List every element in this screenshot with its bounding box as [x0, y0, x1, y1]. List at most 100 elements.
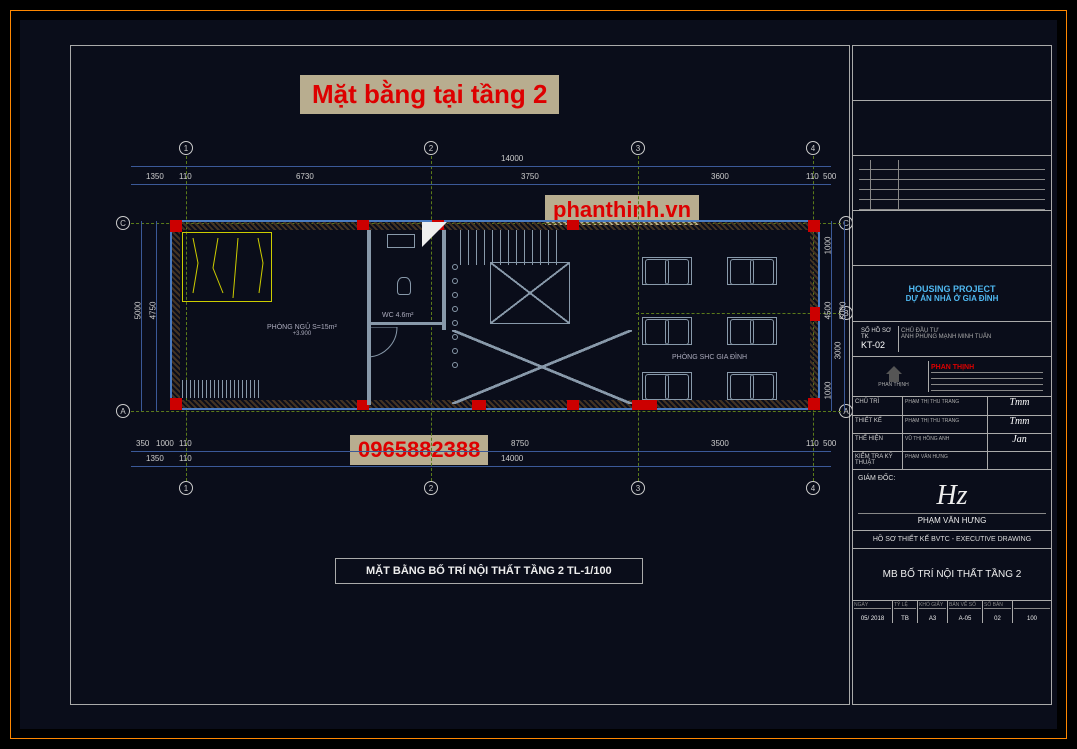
floor-plan: PHÒNG NGỦ S=15m² +3.900 WC 4.6m² — [170, 220, 820, 410]
tb-empty-2 — [853, 101, 1051, 156]
f-scale-label: TỶ LỆ — [894, 602, 916, 609]
dim-top-seg5: 3600 — [711, 172, 729, 181]
dim-bot-sub1: 1350 — [146, 454, 164, 463]
grid-bubble-3-top: 3 — [631, 141, 645, 155]
wc-area: 4.6m² — [396, 312, 414, 319]
bedroom-name: PHÒNG NGỦ — [267, 324, 310, 331]
wc-label: WC 4.6m² — [382, 312, 414, 319]
grid-bubble-2-top: 2 — [424, 141, 438, 155]
column — [357, 220, 369, 230]
desk — [727, 317, 777, 345]
title-block: HOUSING PROJECT DỰ ÁN NHÀ Ở GIA ĐÌNH SỐ … — [852, 45, 1052, 705]
dim-right-seg4: 3000 — [833, 342, 842, 360]
grid-bubble-C-left: C — [116, 216, 130, 230]
grid-bubble-1-bot: 1 — [179, 481, 193, 495]
door-swing-2 — [422, 222, 452, 252]
role-tk-name: PHẠM THỊ THU TRANG — [903, 416, 988, 433]
role-kt-name: PHẠM VĂN HƯNG — [903, 452, 988, 469]
role-tk: THIẾT KẾ — [853, 416, 903, 433]
project-vn: DỰ ÁN NHÀ Ở GIA ĐÌNH — [853, 294, 1051, 303]
dim-left-total: 5000 — [133, 302, 142, 320]
f-sheet: A-05 — [949, 616, 981, 622]
dim-bot-seg1: 350 — [136, 439, 149, 448]
logo-text: PHAN THỊNH — [878, 382, 908, 388]
role-th: THỂ HIỆN — [853, 434, 903, 451]
void-big — [452, 330, 632, 404]
grid-bubble-A-left: A — [116, 404, 130, 418]
sheet-no-label: SỐ HỒ SƠ TK — [861, 328, 896, 340]
desk — [642, 317, 692, 345]
f-scale: TB — [894, 616, 916, 622]
f-date-label: NGÀY — [854, 602, 891, 609]
signature-icon: Tmm — [988, 416, 1051, 433]
dim-left-seg1: 4750 — [148, 302, 157, 320]
column — [808, 220, 820, 232]
f-date: 05/ 2018 — [854, 616, 891, 622]
stairs — [452, 230, 572, 265]
desk — [642, 257, 692, 285]
dim-bot-seg4: 8750 — [511, 439, 529, 448]
family-room-label: PHÒNG SHC GIA ĐÌNH — [672, 354, 747, 361]
dim-top-seg3: 6730 — [296, 172, 314, 181]
tb-sheet-row: SỐ HỒ SƠ TK KT-02 CHỦ ĐẦU TƯ ANH PHÙNG M… — [853, 322, 1051, 357]
column — [808, 398, 820, 410]
dim-top-seg7: 500 — [823, 172, 836, 181]
desk — [642, 372, 692, 400]
dim-line-top-segs — [131, 184, 831, 185]
tb-signatures: CHỦ TRÌ PHẠM THỊ THU TRANG Tmm THIẾT KẾ … — [853, 397, 1051, 470]
door-swing — [367, 327, 402, 362]
signature-icon: Tmm — [988, 397, 1051, 415]
f-pages: 100 — [1014, 616, 1050, 622]
drawing-title: MẶT BẰNG BỐ TRÍ NỘI THẤT TẦNG 2 TL-1/100 — [335, 558, 643, 584]
dim-right-seg3: 1000 — [823, 382, 832, 400]
dim-top-total: 14000 — [501, 154, 523, 163]
house-icon — [882, 366, 906, 382]
void-opening — [490, 262, 570, 324]
grid-bubble-C-right: C — [839, 216, 853, 230]
tb-project: HOUSING PROJECT DỰ ÁN NHÀ Ở GIA ĐÌNH — [853, 266, 1051, 322]
grid-bubble-4-top: 4 — [806, 141, 820, 155]
wall-partition-3 — [371, 322, 446, 325]
tb-drawing-name: MB BỐ TRÍ NỘI THẤT TẦNG 2 — [853, 549, 1051, 601]
dim-right-seg2: 4500 — [823, 302, 832, 320]
desk — [727, 372, 777, 400]
dim-bot-seg3: 110 — [179, 439, 192, 448]
sheet-no: KT-02 — [861, 340, 896, 350]
role-chutri: CHỦ TRÌ — [853, 397, 903, 415]
signature-icon — [988, 452, 1051, 469]
role-th-name: VŨ THỊ HỒNG ANH — [903, 434, 988, 451]
column — [170, 220, 182, 232]
grid-bubble-1-top: 1 — [179, 141, 193, 155]
f-size: A3 — [919, 616, 946, 622]
dim-bot-seg5: 3500 — [711, 439, 729, 448]
closet — [182, 232, 272, 302]
bedroom-level: +3.900 — [267, 331, 337, 337]
bedroom-label: PHÒNG NGỦ S=15m² +3.900 — [267, 324, 337, 337]
exec-label: HỒ SƠ THIẾT KẾ BVTC - EXECUTIVE DRAWING — [853, 531, 1051, 549]
grid-bubble-4-bot: 4 — [806, 481, 820, 495]
wall-left — [172, 222, 180, 408]
sink-icon — [387, 234, 415, 248]
railing — [182, 380, 260, 398]
tb-revision-grid — [853, 156, 1051, 211]
dim-top-seg2: 110 — [179, 172, 192, 181]
f-total: 02 — [984, 616, 1011, 622]
dim-line-bot-segs — [131, 451, 831, 452]
grid-line-A — [131, 411, 841, 412]
tb-director: GIÁM ĐỐC: Hz PHẠM VĂN HƯNG — [853, 470, 1051, 531]
role-chutri-name: PHẠM THỊ THU TRANG — [903, 397, 988, 415]
director-name: PHẠM VĂN HƯNG — [858, 513, 1046, 525]
tb-logo-row: PHAN THỊNH PHAN THỊNH — [853, 357, 1051, 397]
wall-top — [172, 222, 818, 230]
grid-bubble-A-right: A — [839, 404, 853, 418]
dim-line-bot-sub — [131, 466, 831, 467]
f-size-label: KHỔ GIẤY — [919, 602, 946, 609]
tb-empty-1 — [853, 46, 1051, 101]
dim-bot-sub2: 110 — [179, 454, 192, 463]
client-name: ANH PHÙNG MẠNH MINH TUẤN — [901, 334, 1043, 340]
column — [170, 398, 182, 410]
bedroom-area: S=15m² — [312, 324, 337, 331]
f-total-label: SỐ BẢN — [984, 602, 1011, 609]
dim-right-seg1: 1000 — [823, 237, 832, 255]
toilet-icon — [397, 277, 411, 295]
